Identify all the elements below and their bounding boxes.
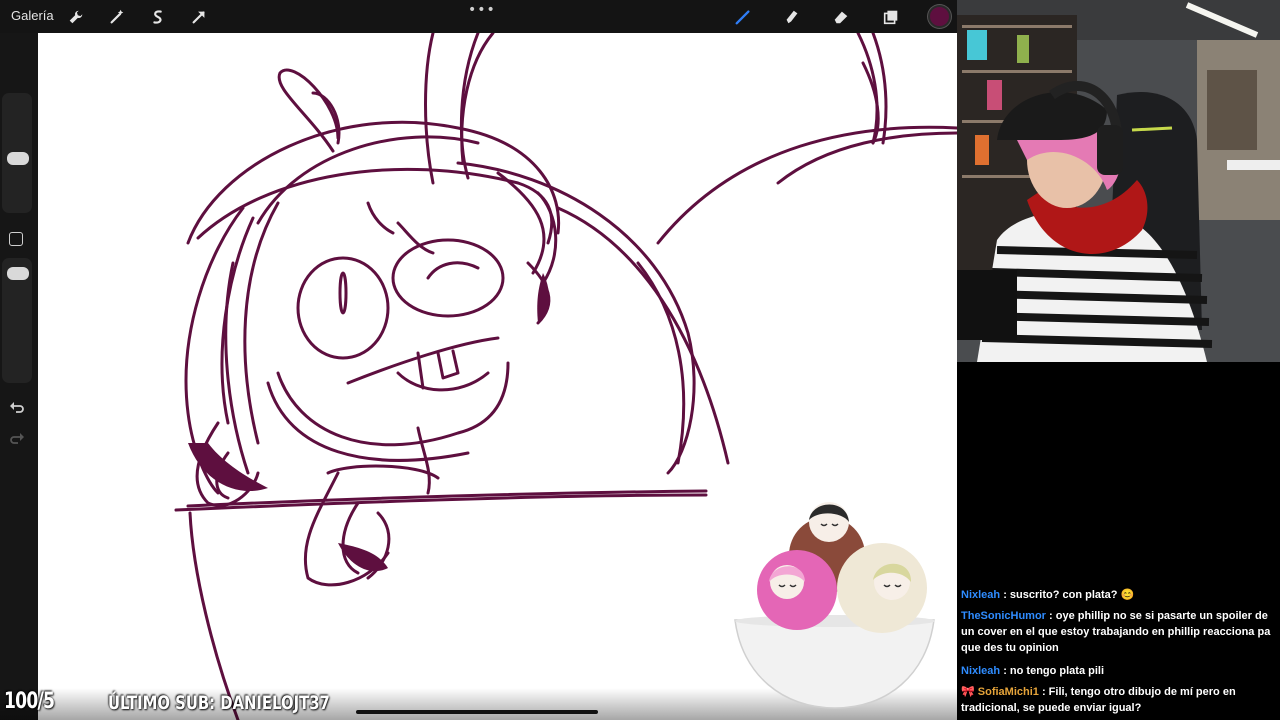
chat-text: : no tengo plata pili: [1003, 665, 1105, 677]
left-sidebar: [0, 33, 38, 720]
undo-icon[interactable]: [8, 398, 26, 416]
chat-username: TheSonicHumor: [961, 610, 1046, 622]
color-picker-button[interactable]: [928, 5, 951, 28]
brush-size-handle[interactable]: [7, 152, 29, 165]
eyedropper-square-icon[interactable]: [9, 232, 23, 246]
eraser-icon[interactable]: [829, 5, 853, 29]
chat-message: TheSonicHumor : oye phillip no se si pas…: [961, 608, 1279, 656]
home-indicator-bar: [356, 710, 598, 714]
chat-username: Nixleah: [961, 665, 1001, 677]
more-options-handle[interactable]: •••: [468, 2, 496, 18]
brush-icon[interactable]: [731, 5, 755, 29]
streamer-webcam-image: [957, 0, 1280, 362]
chat-message: 🎀 SofiaMichi1 : Fili, tengo otro dibujo …: [961, 684, 1279, 716]
chat-text: : suscrito? con plata? 😊: [1003, 589, 1135, 601]
wrench-icon[interactable]: [64, 5, 88, 29]
magic-wand-icon[interactable]: [105, 5, 129, 29]
chat-username: SofiaMichi1: [977, 686, 1039, 698]
selection-icon[interactable]: [146, 5, 170, 29]
layers-icon[interactable]: [879, 5, 903, 29]
chat-panel: Nixleah : suscrito? con plata? 😊 TheSoni…: [957, 362, 1280, 720]
transform-arrow-icon[interactable]: [187, 5, 211, 29]
webcam-feed: [957, 0, 1280, 362]
redo-icon[interactable]: [8, 429, 26, 447]
opacity-slider[interactable]: [2, 258, 32, 383]
drawing-app: Galería ••• 100/5 ÚLTIMO SUB: DANIELOJT3…: [0, 0, 957, 720]
ice-cream-mascot-image: [734, 502, 935, 709]
chat-badge-icon: 🎀: [961, 686, 975, 698]
chat-username: Nixleah: [961, 589, 1001, 601]
opacity-handle[interactable]: [7, 267, 29, 280]
gallery-button[interactable]: Galería: [11, 8, 54, 23]
chat-message: Nixleah : no tengo plata pili: [961, 663, 1279, 679]
last-subscriber-label: ÚLTIMO SUB: DANIELOJT37: [108, 692, 330, 714]
chat-message: Nixleah : suscrito? con plata? 😊: [961, 587, 1279, 603]
brush-size-slider[interactable]: [2, 93, 32, 213]
smudge-icon[interactable]: [780, 5, 804, 29]
sub-goal-counter: 100/5: [4, 689, 55, 714]
top-toolbar: Galería •••: [0, 0, 957, 33]
